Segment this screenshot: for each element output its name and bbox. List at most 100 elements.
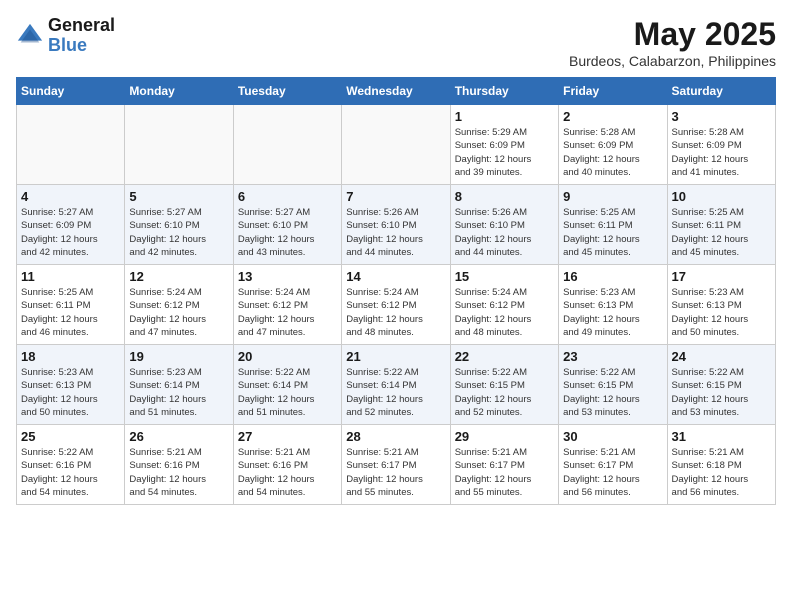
day-number: 5 bbox=[129, 189, 228, 204]
day-info: Sunrise: 5:28 AM Sunset: 6:09 PM Dayligh… bbox=[672, 126, 771, 179]
day-info: Sunrise: 5:23 AM Sunset: 6:13 PM Dayligh… bbox=[21, 366, 120, 419]
day-number: 10 bbox=[672, 189, 771, 204]
day-cell: 8 Sunrise: 5:26 AM Sunset: 6:10 PM Daylig… bbox=[450, 185, 558, 265]
col-header-friday: Friday bbox=[559, 78, 667, 105]
day-cell: 14 Sunrise: 5:24 AM Sunset: 6:12 PM Dayli… bbox=[342, 265, 450, 345]
calendar-table: SundayMondayTuesdayWednesdayThursdayFrid… bbox=[16, 77, 776, 505]
day-cell: 11 Sunrise: 5:25 AM Sunset: 6:11 PM Dayli… bbox=[17, 265, 125, 345]
day-cell: 7 Sunrise: 5:26 AM Sunset: 6:10 PM Daylig… bbox=[342, 185, 450, 265]
day-info: Sunrise: 5:21 AM Sunset: 6:17 PM Dayligh… bbox=[346, 446, 445, 499]
day-cell: 18 Sunrise: 5:23 AM Sunset: 6:13 PM Dayli… bbox=[17, 345, 125, 425]
day-info: Sunrise: 5:24 AM Sunset: 6:12 PM Dayligh… bbox=[346, 286, 445, 339]
day-cell: 19 Sunrise: 5:23 AM Sunset: 6:14 PM Dayli… bbox=[125, 345, 233, 425]
header-row: SundayMondayTuesdayWednesdayThursdayFrid… bbox=[17, 78, 776, 105]
day-number: 6 bbox=[238, 189, 337, 204]
day-info: Sunrise: 5:21 AM Sunset: 6:17 PM Dayligh… bbox=[455, 446, 554, 499]
day-number: 19 bbox=[129, 349, 228, 364]
day-cell: 1Sunrise: 5:29 AM Sunset: 6:09 PM Daylig… bbox=[450, 105, 558, 185]
day-number: 31 bbox=[672, 429, 771, 444]
day-cell: 5 Sunrise: 5:27 AM Sunset: 6:10 PM Daylig… bbox=[125, 185, 233, 265]
day-cell: 13 Sunrise: 5:24 AM Sunset: 6:12 PM Dayli… bbox=[233, 265, 341, 345]
day-cell: 31 Sunrise: 5:21 AM Sunset: 6:18 PM Dayli… bbox=[667, 425, 775, 505]
day-number: 8 bbox=[455, 189, 554, 204]
day-info: Sunrise: 5:22 AM Sunset: 6:14 PM Dayligh… bbox=[346, 366, 445, 419]
day-info: Sunrise: 5:21 AM Sunset: 6:17 PM Dayligh… bbox=[563, 446, 662, 499]
day-info: Sunrise: 5:21 AM Sunset: 6:16 PM Dayligh… bbox=[238, 446, 337, 499]
day-number: 30 bbox=[563, 429, 662, 444]
day-number: 18 bbox=[21, 349, 120, 364]
day-cell: 21 Sunrise: 5:22 AM Sunset: 6:14 PM Dayli… bbox=[342, 345, 450, 425]
day-cell: 22 Sunrise: 5:22 AM Sunset: 6:15 PM Dayli… bbox=[450, 345, 558, 425]
week-row-1: 1Sunrise: 5:29 AM Sunset: 6:09 PM Daylig… bbox=[17, 105, 776, 185]
day-info: Sunrise: 5:21 AM Sunset: 6:18 PM Dayligh… bbox=[672, 446, 771, 499]
col-header-tuesday: Tuesday bbox=[233, 78, 341, 105]
day-cell: 4 Sunrise: 5:27 AM Sunset: 6:09 PM Daylig… bbox=[17, 185, 125, 265]
day-info: Sunrise: 5:23 AM Sunset: 6:13 PM Dayligh… bbox=[563, 286, 662, 339]
day-info: Sunrise: 5:25 AM Sunset: 6:11 PM Dayligh… bbox=[21, 286, 120, 339]
day-cell: 24Sunrise: 5:22 AM Sunset: 6:15 PM Dayli… bbox=[667, 345, 775, 425]
day-number: 28 bbox=[346, 429, 445, 444]
day-number: 25 bbox=[21, 429, 120, 444]
day-cell: 10Sunrise: 5:25 AM Sunset: 6:11 PM Dayli… bbox=[667, 185, 775, 265]
day-info: Sunrise: 5:28 AM Sunset: 6:09 PM Dayligh… bbox=[563, 126, 662, 179]
logo: General Blue bbox=[16, 16, 115, 56]
day-cell bbox=[125, 105, 233, 185]
title-block: May 2025 Burdeos, Calabarzon, Philippine… bbox=[569, 16, 776, 69]
day-cell: 30 Sunrise: 5:21 AM Sunset: 6:17 PM Dayli… bbox=[559, 425, 667, 505]
day-cell: 6Sunrise: 5:27 AM Sunset: 6:10 PM Daylig… bbox=[233, 185, 341, 265]
day-number: 14 bbox=[346, 269, 445, 284]
day-number: 9 bbox=[563, 189, 662, 204]
day-number: 2 bbox=[563, 109, 662, 124]
col-header-sunday: Sunday bbox=[17, 78, 125, 105]
day-info: Sunrise: 5:27 AM Sunset: 6:10 PM Dayligh… bbox=[129, 206, 228, 259]
day-number: 17 bbox=[672, 269, 771, 284]
day-info: Sunrise: 5:21 AM Sunset: 6:16 PM Dayligh… bbox=[129, 446, 228, 499]
day-cell: 20Sunrise: 5:22 AM Sunset: 6:14 PM Dayli… bbox=[233, 345, 341, 425]
day-number: 13 bbox=[238, 269, 337, 284]
day-number: 4 bbox=[21, 189, 120, 204]
day-info: Sunrise: 5:22 AM Sunset: 6:14 PM Dayligh… bbox=[238, 366, 337, 419]
day-number: 26 bbox=[129, 429, 228, 444]
day-cell bbox=[342, 105, 450, 185]
day-info: Sunrise: 5:26 AM Sunset: 6:10 PM Dayligh… bbox=[346, 206, 445, 259]
day-info: Sunrise: 5:26 AM Sunset: 6:10 PM Dayligh… bbox=[455, 206, 554, 259]
day-info: Sunrise: 5:23 AM Sunset: 6:13 PM Dayligh… bbox=[672, 286, 771, 339]
day-info: Sunrise: 5:23 AM Sunset: 6:14 PM Dayligh… bbox=[129, 366, 228, 419]
day-number: 24 bbox=[672, 349, 771, 364]
day-number: 21 bbox=[346, 349, 445, 364]
day-cell: 15Sunrise: 5:24 AM Sunset: 6:12 PM Dayli… bbox=[450, 265, 558, 345]
page-header: General Blue May 2025 Burdeos, Calabarzo… bbox=[16, 16, 776, 69]
day-cell bbox=[17, 105, 125, 185]
day-info: Sunrise: 5:24 AM Sunset: 6:12 PM Dayligh… bbox=[129, 286, 228, 339]
logo-icon bbox=[16, 22, 44, 50]
day-number: 27 bbox=[238, 429, 337, 444]
day-cell: 3Sunrise: 5:28 AM Sunset: 6:09 PM Daylig… bbox=[667, 105, 775, 185]
logo-text: General Blue bbox=[48, 16, 115, 56]
day-cell: 23Sunrise: 5:22 AM Sunset: 6:15 PM Dayli… bbox=[559, 345, 667, 425]
col-header-wednesday: Wednesday bbox=[342, 78, 450, 105]
week-row-5: 25Sunrise: 5:22 AM Sunset: 6:16 PM Dayli… bbox=[17, 425, 776, 505]
day-number: 12 bbox=[129, 269, 228, 284]
week-row-2: 4 Sunrise: 5:27 AM Sunset: 6:09 PM Daylig… bbox=[17, 185, 776, 265]
day-cell: 27 Sunrise: 5:21 AM Sunset: 6:16 PM Dayli… bbox=[233, 425, 341, 505]
day-number: 1 bbox=[455, 109, 554, 124]
day-number: 11 bbox=[21, 269, 120, 284]
day-info: Sunrise: 5:24 AM Sunset: 6:12 PM Dayligh… bbox=[238, 286, 337, 339]
day-cell: 17 Sunrise: 5:23 AM Sunset: 6:13 PM Dayli… bbox=[667, 265, 775, 345]
day-info: Sunrise: 5:22 AM Sunset: 6:15 PM Dayligh… bbox=[455, 366, 554, 419]
col-header-monday: Monday bbox=[125, 78, 233, 105]
day-cell bbox=[233, 105, 341, 185]
day-number: 29 bbox=[455, 429, 554, 444]
day-info: Sunrise: 5:22 AM Sunset: 6:15 PM Dayligh… bbox=[563, 366, 662, 419]
day-cell: 25Sunrise: 5:22 AM Sunset: 6:16 PM Dayli… bbox=[17, 425, 125, 505]
logo-line1: General bbox=[48, 16, 115, 36]
day-number: 15 bbox=[455, 269, 554, 284]
day-info: Sunrise: 5:27 AM Sunset: 6:09 PM Dayligh… bbox=[21, 206, 120, 259]
day-number: 22 bbox=[455, 349, 554, 364]
day-cell: 28 Sunrise: 5:21 AM Sunset: 6:17 PM Dayli… bbox=[342, 425, 450, 505]
day-cell: 29 Sunrise: 5:21 AM Sunset: 6:17 PM Dayli… bbox=[450, 425, 558, 505]
day-number: 7 bbox=[346, 189, 445, 204]
col-header-thursday: Thursday bbox=[450, 78, 558, 105]
col-header-saturday: Saturday bbox=[667, 78, 775, 105]
month-year: May 2025 bbox=[569, 16, 776, 53]
